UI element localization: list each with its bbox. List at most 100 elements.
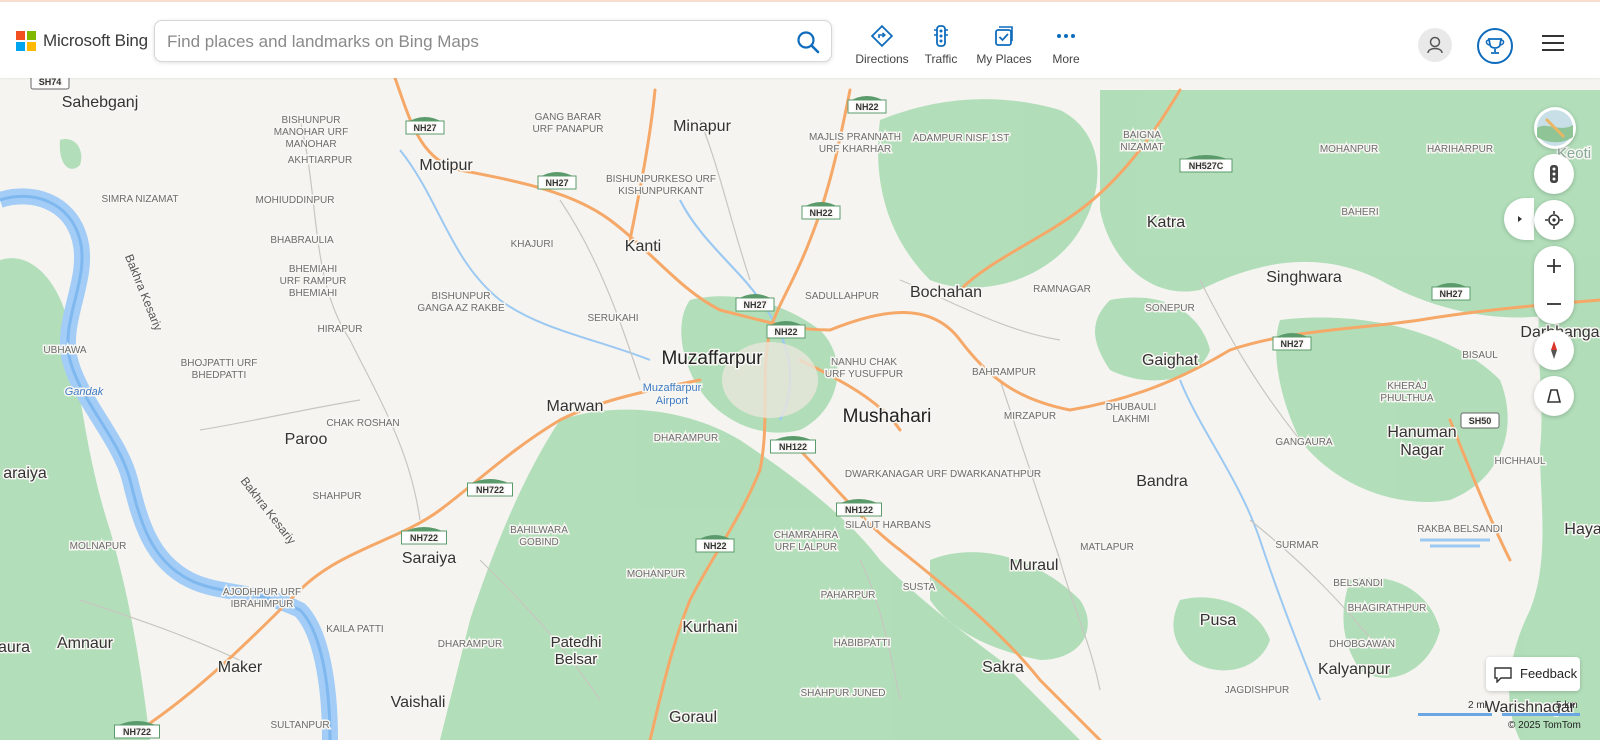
highway-shield-label: NH22 (774, 327, 797, 337)
map-labels: Muzaffarpur Mushahari Sahebganj Minapur Moti… (0, 78, 1600, 739)
city-label: Hayagh (1564, 521, 1600, 538)
traffic-button[interactable]: Traffic (906, 24, 976, 70)
village-label: SONEPUR (1145, 303, 1194, 314)
highway-shield-label: NH527C (1189, 161, 1224, 171)
city-label: Patedhi (551, 634, 602, 651)
tilt-button[interactable] (1534, 376, 1574, 416)
airport-label: Muzaffarpur (643, 382, 702, 394)
village-label: GANGAURA (1275, 437, 1333, 448)
highway-shield-label: NH22 (809, 208, 832, 218)
highway-shield-label: NH122 (845, 505, 873, 515)
village-label: URF KHARHAR (819, 144, 891, 155)
village-label: BISHUNPUR (432, 291, 491, 302)
road-name-label: Bakhra Kesariy (238, 474, 299, 547)
village-label: URF PANAPUR (533, 124, 604, 135)
village-label: IBRAHIMPUR (231, 599, 294, 610)
search-box[interactable] (154, 20, 832, 62)
search-icon[interactable] (795, 29, 821, 55)
village-label: SURMAR (1275, 540, 1318, 551)
city-label: Kalyanpur (1318, 661, 1391, 678)
highway-shield-label: SH50 (1469, 416, 1492, 426)
city-label: Singhwara (1266, 269, 1342, 286)
my-places-button[interactable]: My Places (969, 24, 1039, 70)
city-label: Sakra (982, 659, 1024, 676)
locate-me-button[interactable] (1534, 200, 1574, 240)
village-label: AJODHPUR URF (223, 587, 301, 598)
village-label: GOBIND (519, 537, 558, 548)
village-label: SILAUT HARBANS (845, 520, 931, 531)
city-label: Nagar (1400, 442, 1444, 459)
traffic-toggle-button[interactable] (1534, 154, 1574, 194)
sign-in-button[interactable] (1418, 28, 1452, 62)
village-label: SERUKAHI (587, 313, 638, 324)
village-label: SADULLAHPUR (805, 291, 879, 302)
highway-shield-label: NH122 (779, 442, 807, 452)
village-label: PHULTHUA (1380, 393, 1433, 404)
village-label: BHEMIAHI (289, 288, 337, 299)
scale-bar-km (1502, 713, 1580, 716)
rewards-button[interactable] (1477, 28, 1513, 64)
feedback-icon (1494, 667, 1512, 683)
village-label: BISHUNPURKESO URF (606, 174, 716, 185)
village-label: CHAMRAHRA (774, 530, 839, 541)
village-label: BHEMIAHI (289, 264, 337, 275)
village-label: MOLNAPUR (70, 541, 127, 552)
map-canvas[interactable]: Muzaffarpur Mushahari Sahebganj Minapur Moti… (0, 78, 1600, 740)
map-style-button[interactable] (1534, 107, 1576, 149)
village-label: CHAK ROSHAN (326, 418, 399, 429)
village-label: MOHIUDDINPUR (256, 195, 335, 206)
more-button[interactable]: More (1031, 24, 1101, 70)
city-label: Minapur (673, 118, 731, 135)
river-label: Gandak (65, 386, 104, 398)
scale-bar-miles (1418, 713, 1492, 716)
city-label: Marwan (547, 398, 604, 415)
scale-label-miles: 2 mi (1468, 700, 1487, 711)
village-label: SHAHPUR (313, 491, 362, 502)
zoom-out-button[interactable] (1544, 294, 1564, 314)
city-label: Pusa (1200, 612, 1237, 629)
more-icon (1057, 34, 1075, 38)
search-input[interactable] (165, 27, 769, 57)
village-label: KAILA PATTI (326, 624, 383, 635)
expand-panel-button[interactable] (1504, 198, 1534, 240)
highway-shield-label: NH722 (410, 533, 438, 543)
tilt-icon (1546, 389, 1562, 403)
more-label: More (1052, 52, 1080, 66)
highway-shield-label: SH74 (39, 78, 62, 87)
village-label: BHABRAULIA (270, 235, 334, 246)
city-label: Vaishali (391, 694, 446, 711)
zoom-in-button[interactable] (1544, 256, 1564, 276)
scale-label-km: 5 km (1556, 700, 1578, 711)
city-label: Gaighat (1142, 352, 1199, 369)
village-label: BELSANDI (1333, 578, 1382, 589)
city-label-large: Mushahari (843, 406, 932, 427)
village-label: MAJLIS PRANNATH (809, 132, 901, 143)
feedback-button[interactable]: Feedback (1486, 657, 1580, 691)
rewards-trophy-icon (1485, 38, 1505, 54)
highway-shield-label: NH722 (476, 485, 504, 495)
my-places-icon (995, 26, 1013, 46)
village-label: BHEDPATTI (192, 370, 247, 381)
user-icon (1427, 36, 1443, 54)
city-label-large: Muzaffarpur (661, 348, 763, 369)
village-label: BHOJPATTI URF (181, 358, 258, 369)
village-label: JAGDISHPUR (1225, 685, 1289, 696)
village-label: MANOHAR URF (274, 127, 348, 138)
highway-shield-label: NH22 (703, 541, 726, 551)
city-label: Hanuman (1387, 424, 1456, 441)
village-label: GANG BARAR (535, 112, 602, 123)
bing-logo[interactable]: Microsoft Bing (16, 31, 148, 51)
top-bar: Microsoft Bing Directions Traffic My Pla… (0, 0, 1600, 78)
village-label: AKHTIARPUR (288, 155, 352, 166)
village-label: HARIHARPUR (1427, 144, 1493, 155)
city-label: Maker (218, 659, 263, 676)
aerial-view-icon (1537, 110, 1573, 146)
city-label: Motipur (419, 157, 473, 174)
microsoft-logo-icon (16, 31, 36, 51)
menu-icon[interactable] (1541, 34, 1565, 52)
compass-button[interactable] (1534, 330, 1574, 370)
city-label: Sahebganj (62, 94, 139, 111)
village-label: BAIGNA (1123, 130, 1161, 141)
chevron-right-icon (1518, 216, 1522, 222)
village-label: DHARAMPUR (654, 433, 718, 444)
